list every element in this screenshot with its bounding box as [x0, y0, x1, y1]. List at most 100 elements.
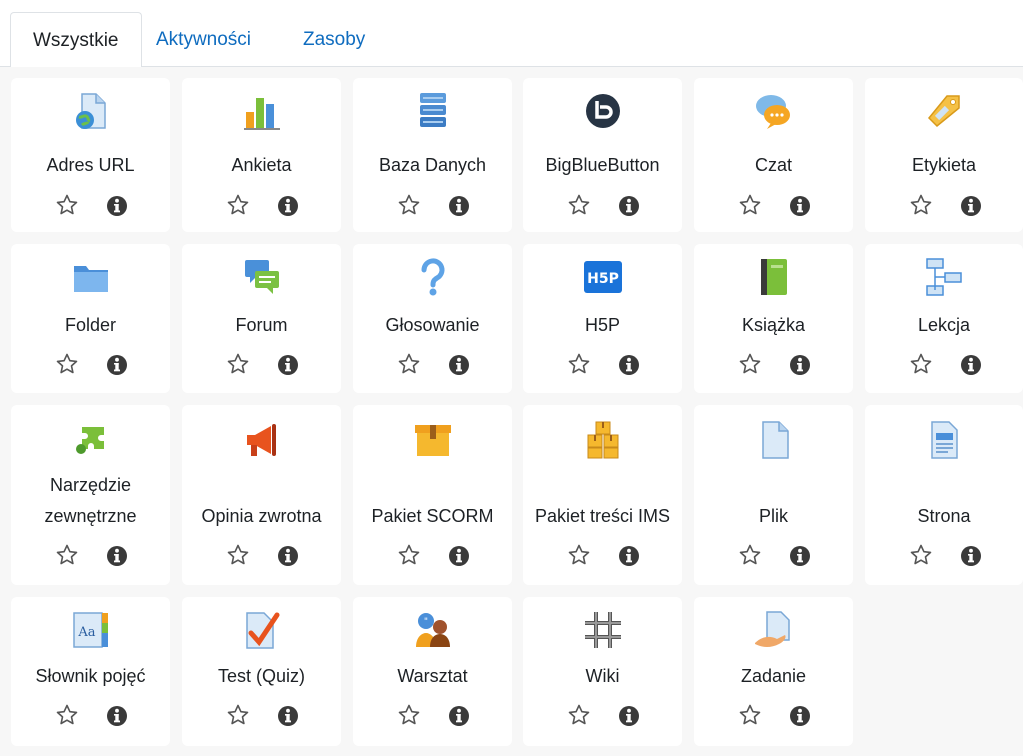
module-actions [523, 193, 682, 219]
tab-activities[interactable]: Aktywności [134, 12, 273, 67]
module-tile-bigbluebutton[interactable]: BigBlueButton [523, 78, 682, 232]
star-outline-icon[interactable] [55, 703, 79, 727]
info-icon[interactable] [106, 705, 128, 727]
info-icon[interactable] [618, 705, 640, 727]
survey-icon [241, 90, 283, 132]
star-outline-icon[interactable] [397, 352, 421, 376]
star-outline-icon[interactable] [397, 193, 421, 217]
module-tile-label[interactable]: Etykieta [865, 78, 1023, 232]
info-icon[interactable] [448, 545, 470, 567]
info-icon[interactable] [960, 354, 982, 376]
module-tile-choice[interactable]: Głosowanie [353, 244, 512, 393]
star-outline-icon[interactable] [567, 352, 591, 376]
tab-all[interactable]: Wszystkie [10, 12, 142, 68]
star-outline-icon[interactable] [226, 193, 250, 217]
module-label: Warsztat [397, 666, 468, 686]
module-actions [523, 703, 682, 729]
module-tile-ims-package[interactable]: Pakiet treści IMS [523, 405, 682, 585]
module-label: Baza Danych [378, 155, 487, 175]
info-icon[interactable] [106, 545, 128, 567]
module-tile-survey[interactable]: Ankieta [182, 78, 341, 232]
info-icon[interactable] [789, 545, 811, 567]
module-tile-file[interactable]: Plik [694, 405, 853, 585]
star-outline-icon[interactable] [397, 543, 421, 567]
info-icon[interactable] [960, 195, 982, 217]
info-icon[interactable] [448, 195, 470, 217]
star-outline-icon[interactable] [55, 352, 79, 376]
forum-icon [241, 256, 283, 298]
h5p-icon: H5P [582, 256, 624, 298]
module-tile-lesson[interactable]: Lekcja [865, 244, 1023, 393]
star-outline-icon[interactable] [226, 352, 250, 376]
star-outline-icon[interactable] [226, 703, 250, 727]
info-icon[interactable] [789, 354, 811, 376]
module-tile-forum[interactable]: Forum [182, 244, 341, 393]
module-actions [11, 352, 170, 378]
module-actions [11, 543, 170, 569]
module-tile-workshop[interactable]: " Warsztat [353, 597, 512, 746]
star-outline-icon[interactable] [567, 193, 591, 217]
module-actions [865, 352, 1023, 378]
workshop-icon: " [412, 609, 454, 651]
module-label: Pakiet treści IMS [534, 506, 671, 526]
module-tile-wiki[interactable]: Wiki [523, 597, 682, 746]
module-tile-book[interactable]: Książka [694, 244, 853, 393]
module-label: Adres URL [46, 155, 135, 175]
info-icon[interactable] [106, 354, 128, 376]
module-tile-glossary[interactable]: Aa Słownik pojęć [11, 597, 170, 746]
module-actions [865, 543, 1023, 569]
chat-icon [753, 90, 795, 132]
module-label: Lekcja [917, 315, 971, 335]
module-label: BigBlueButton [545, 155, 660, 175]
module-tile-url[interactable]: Adres URL [11, 78, 170, 232]
star-outline-icon[interactable] [738, 703, 762, 727]
module-label: Ankieta [231, 155, 292, 175]
module-tile-folder[interactable]: Folder [11, 244, 170, 393]
info-icon[interactable] [448, 705, 470, 727]
star-outline-icon[interactable] [55, 193, 79, 217]
star-outline-icon[interactable] [738, 352, 762, 376]
star-outline-icon[interactable] [567, 543, 591, 567]
star-outline-icon[interactable] [567, 703, 591, 727]
module-tile-feedback[interactable]: Opinia zwrotna [182, 405, 341, 585]
module-tile-assignment[interactable]: Zadanie [694, 597, 853, 746]
module-tile-page[interactable]: Strona [865, 405, 1023, 585]
module-label: Głosowanie [385, 315, 480, 335]
module-label: Pakiet SCORM [371, 506, 494, 526]
module-label: Czat [754, 155, 792, 175]
info-icon[interactable] [789, 195, 811, 217]
module-tile-chat[interactable]: Czat [694, 78, 853, 232]
module-actions [694, 703, 853, 729]
info-icon[interactable] [618, 545, 640, 567]
module-tile-quiz[interactable]: Test (Quiz) [182, 597, 341, 746]
module-tile-external-tool[interactable]: Narzędzie zewnętrzne [11, 405, 170, 585]
module-tile-h5p[interactable]: H5P H5P [523, 244, 682, 393]
info-icon[interactable] [448, 354, 470, 376]
module-label: Opinia zwrotna [201, 506, 322, 526]
info-icon[interactable] [277, 195, 299, 217]
star-outline-icon[interactable] [909, 543, 933, 567]
info-icon[interactable] [277, 545, 299, 567]
star-outline-icon[interactable] [226, 543, 250, 567]
database-icon [412, 90, 454, 132]
info-icon[interactable] [618, 195, 640, 217]
module-actions [694, 543, 853, 569]
tab-resources[interactable]: Zasoby [281, 12, 387, 67]
star-outline-icon[interactable] [909, 352, 933, 376]
star-outline-icon[interactable] [397, 703, 421, 727]
module-tile-database[interactable]: Baza Danych [353, 78, 512, 232]
module-tile-scorm[interactable]: Pakiet SCORM [353, 405, 512, 585]
star-outline-icon[interactable] [738, 543, 762, 567]
star-outline-icon[interactable] [55, 543, 79, 567]
info-icon[interactable] [277, 705, 299, 727]
info-icon[interactable] [960, 545, 982, 567]
module-tabs: Wszystkie Aktywności Zasoby [0, 0, 1023, 68]
module-actions [11, 703, 170, 729]
star-outline-icon[interactable] [909, 193, 933, 217]
module-label: Książka [741, 315, 806, 335]
info-icon[interactable] [106, 195, 128, 217]
star-outline-icon[interactable] [738, 193, 762, 217]
info-icon[interactable] [277, 354, 299, 376]
info-icon[interactable] [618, 354, 640, 376]
info-icon[interactable] [789, 705, 811, 727]
